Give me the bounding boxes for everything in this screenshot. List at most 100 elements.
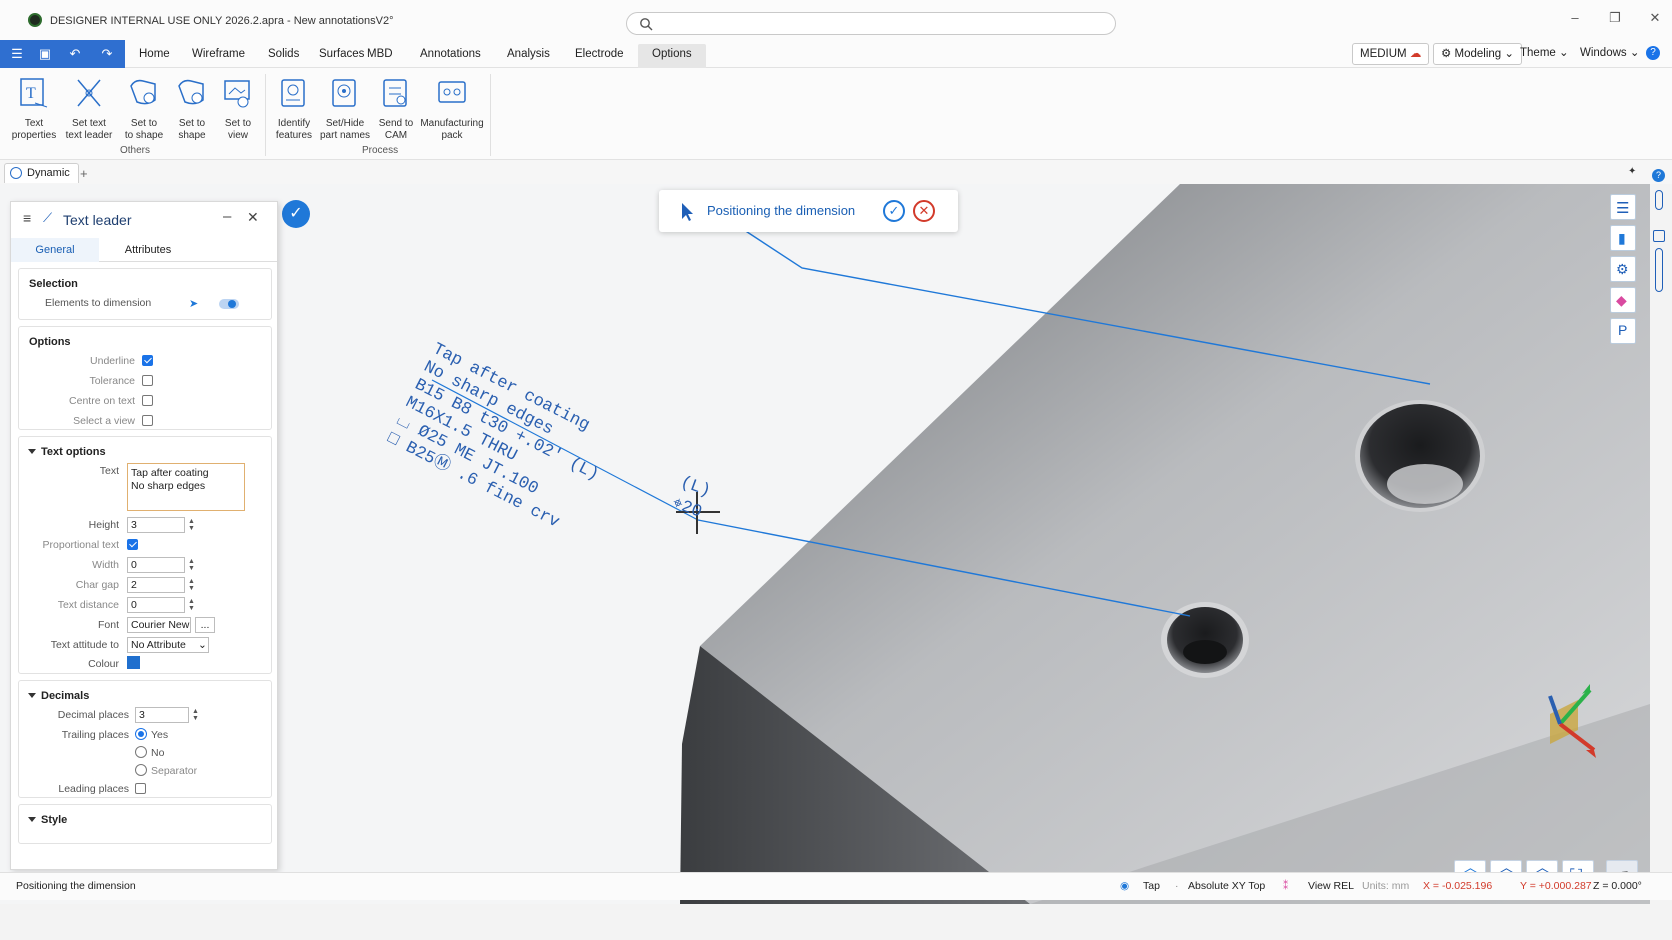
centre-checkbox[interactable]: [142, 395, 153, 406]
group-divider: [490, 74, 491, 156]
font-input[interactable]: Courier New: [127, 617, 191, 633]
side-tool-icon[interactable]: [1653, 230, 1665, 242]
redo-icon[interactable]: ↷: [96, 44, 118, 64]
proportional-checkbox[interactable]: [127, 539, 138, 550]
pin-icon[interactable]: ✦: [1628, 166, 1636, 177]
stepper-icon[interactable]: ▲ ▼: [188, 558, 195, 572]
width-input[interactable]: 0: [127, 557, 185, 573]
stepper-icon[interactable]: ▲ ▼: [192, 708, 199, 722]
chargap-input[interactable]: 2: [127, 577, 185, 593]
text-textarea[interactable]: Tap after coating No sharp edges: [127, 463, 245, 511]
tab-electrode[interactable]: Electrode: [571, 44, 628, 68]
tab-wireframe[interactable]: Wireframe: [188, 44, 249, 68]
tool-label: part names: [319, 130, 371, 141]
leading-label: Leading places: [58, 783, 129, 795]
collapse-icon[interactable]: [28, 817, 36, 822]
height-input[interactable]: 3: [127, 517, 185, 533]
collapse-icon[interactable]: [28, 693, 36, 698]
attitude-select[interactable]: No Attribute ⌄: [127, 637, 209, 653]
help-side-icon[interactable]: ?: [1652, 169, 1665, 182]
decimals-section: Decimals Decimal places 3 ▲ ▼ Trailing pl…: [18, 680, 272, 798]
set-shape-button[interactable]: Set to shape: [166, 76, 218, 142]
bookmark-view-button[interactable]: ▮: [1610, 225, 1636, 251]
annotation-view-button[interactable]: P: [1610, 318, 1636, 344]
trailing-separator-radio[interactable]: [135, 764, 147, 776]
manufacturing-pack-icon: [438, 81, 466, 103]
decimal-places-input[interactable]: 3: [135, 707, 189, 723]
close-panel-icon[interactable]: ✕: [247, 209, 259, 226]
toggle-switch[interactable]: [219, 299, 239, 309]
menu-icon[interactable]: ☰: [6, 44, 28, 64]
features-view-button[interactable]: ⚙: [1610, 256, 1636, 282]
shading-view-button[interactable]: ◆: [1610, 287, 1636, 313]
tool-label: shape: [178, 130, 206, 141]
search-input[interactable]: [626, 12, 1116, 35]
chargap-label: Char gap: [75, 579, 119, 591]
save-icon[interactable]: ▣: [34, 44, 56, 64]
chevron-down-icon: ⌄: [1629, 47, 1640, 59]
group-label-others: Others: [120, 145, 151, 156]
colour-swatch[interactable]: [127, 656, 140, 669]
close-button[interactable]: ✕: [1640, 10, 1670, 30]
add-tab-button[interactable]: +: [80, 166, 88, 181]
document-tab[interactable]: Dynamic: [4, 163, 79, 183]
status-plane[interactable]: Absolute XY Top: [1188, 880, 1265, 892]
manufacturing-pack-button[interactable]: Manufacturing pack: [420, 76, 484, 142]
snap-icon[interactable]: ⁑: [1283, 880, 1288, 892]
mode-dropdown[interactable]: ⚙ Modeling ⌄: [1433, 43, 1523, 65]
window-title: DESIGNER INTERNAL USE ONLY 2026.2.apra -…: [50, 15, 394, 27]
eye-icon[interactable]: ◉: [1120, 880, 1129, 892]
restore-button[interactable]: ❐: [1600, 10, 1630, 30]
status-tap[interactable]: Tap: [1143, 880, 1160, 892]
confirm-check-button[interactable]: ✓: [282, 200, 310, 228]
layers-view-button[interactable]: ☰: [1610, 194, 1636, 220]
underline-checkbox[interactable]: [142, 355, 153, 366]
status-view[interactable]: View REL: [1308, 880, 1354, 892]
text-properties-button[interactable]: T Text properties: [8, 76, 60, 142]
identify-features-button[interactable]: Identify features: [268, 76, 320, 142]
trailing-no-radio[interactable]: [135, 746, 147, 758]
set-text-leader-button[interactable]: Set text text leader: [63, 76, 115, 142]
cancel-icon[interactable]: ✕: [913, 200, 935, 222]
undo-icon[interactable]: ↶: [64, 44, 86, 64]
tab-home[interactable]: Home: [135, 44, 174, 68]
set-hide-part-names-button[interactable]: Set/Hide part names: [319, 76, 371, 142]
windows-dropdown[interactable]: Windows ⌄: [1580, 43, 1640, 65]
accept-icon[interactable]: ✓: [883, 200, 905, 222]
tab-general[interactable]: General: [11, 238, 99, 262]
tolerance-checkbox[interactable]: [142, 375, 153, 386]
stepper-icon[interactable]: ▲ ▼: [188, 578, 195, 592]
textdist-input[interactable]: 0: [127, 597, 185, 613]
side-slider[interactable]: [1655, 248, 1663, 292]
stepper-icon[interactable]: ▲ ▼: [188, 518, 195, 532]
level-badge[interactable]: MEDIUM ☁: [1352, 43, 1430, 65]
minimize-button[interactable]: –: [1560, 10, 1590, 30]
font-browse-button[interactable]: ...: [195, 617, 215, 633]
stepper-icon[interactable]: ▲ ▼: [188, 598, 195, 612]
tab-options[interactable]: Options: [638, 44, 706, 68]
collapse-icon[interactable]: [28, 449, 36, 454]
attitude-label: Text attitude to: [50, 639, 119, 651]
tab-annotations[interactable]: Annotations: [416, 44, 485, 68]
height-label: Height: [88, 519, 119, 531]
select-view-checkbox[interactable]: [142, 415, 153, 426]
side-handle[interactable]: [1655, 190, 1663, 210]
tab-solids[interactable]: Solids: [264, 44, 303, 68]
menu-icon[interactable]: ≡: [23, 210, 31, 226]
set-to-shape-button[interactable]: Set to to shape: [118, 76, 170, 142]
select-cursor-icon[interactable]: ➤: [189, 297, 198, 310]
tab-analysis[interactable]: Analysis: [503, 44, 554, 68]
features-icon: ⚙: [1616, 261, 1629, 277]
set-to-view-button[interactable]: Set to view: [212, 76, 264, 142]
theme-dropdown[interactable]: Theme ⌄: [1520, 43, 1569, 65]
minimize-panel-icon[interactable]: –: [223, 208, 231, 225]
tab-surfaces[interactable]: Surfaces: [315, 44, 368, 68]
decimal-places-label: Decimal places: [57, 709, 129, 721]
tab-attributes[interactable]: Attributes: [103, 238, 193, 262]
leading-checkbox[interactable]: [135, 783, 146, 794]
selection-section: Selection Elements to dimension ➤: [18, 268, 272, 320]
trailing-yes-radio[interactable]: [135, 728, 147, 740]
help-icon[interactable]: ?: [1646, 46, 1660, 60]
send-to-cam-button[interactable]: Send to CAM: [370, 76, 422, 142]
tab-mbd[interactable]: MBD: [363, 44, 397, 68]
